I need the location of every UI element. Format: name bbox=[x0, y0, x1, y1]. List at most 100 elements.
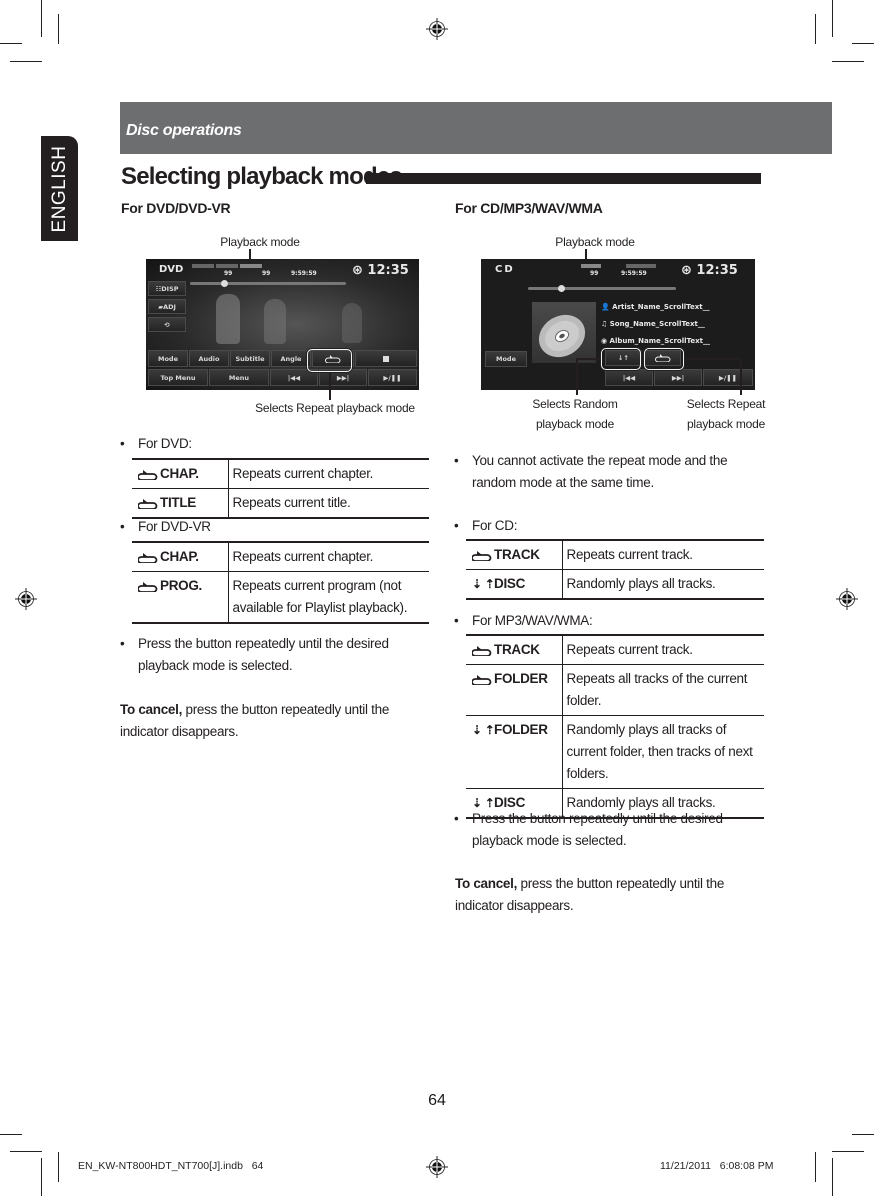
table-cd-modes: TRACK Repeats current track. ⇣ ⇡DISC Random… bbox=[466, 539, 764, 600]
clock-value: 12:35 bbox=[696, 263, 738, 278]
mode-button: Mode bbox=[485, 351, 527, 367]
crop-mark bbox=[10, 61, 42, 62]
mode-indicator bbox=[216, 264, 238, 268]
subtitle-button: Subtitle bbox=[230, 350, 270, 367]
mode-description: Repeats current track. bbox=[562, 634, 764, 665]
artist-name: Artist_Name_ScrollText__ bbox=[612, 303, 710, 311]
leader-line bbox=[576, 358, 601, 360]
mode-key: ⇣ ⇡DISC bbox=[466, 569, 563, 600]
callout-line: Selects Random bbox=[532, 397, 618, 411]
mode-key-label: TITLE bbox=[160, 495, 196, 510]
play-pause-button: ▶/❚❚ bbox=[368, 369, 417, 386]
subhead-dvd: For DVD/DVD-VR bbox=[121, 200, 231, 216]
crop-mark bbox=[852, 43, 874, 44]
table-dvd-modes: CHAP. Repeats current chapter. TITLE Repeat… bbox=[132, 458, 429, 519]
screen-time: 9:59:59 bbox=[621, 270, 647, 277]
mode-key: PROG. bbox=[132, 571, 229, 624]
clock-value: 12:35 bbox=[367, 263, 409, 278]
crop-mark bbox=[10, 1151, 42, 1152]
section-label: Disc operations bbox=[126, 122, 242, 139]
song-line: ♫ Song_Name_ScrollText__ bbox=[601, 320, 705, 328]
audio-button: Audio bbox=[189, 350, 229, 367]
callout-playback-mode: Playback mode bbox=[220, 235, 300, 249]
registration-mark-icon bbox=[426, 1156, 448, 1178]
stop-icon bbox=[383, 355, 389, 362]
mode-description: Repeats current track. bbox=[562, 539, 764, 570]
cancel-label: To cancel, bbox=[455, 876, 518, 891]
progress-track bbox=[528, 285, 676, 292]
mode-key: CHAP. bbox=[132, 458, 229, 489]
bullet-press-repeatedly: • Press the button repeatedly until the d… bbox=[120, 633, 430, 679]
page-number: 64 bbox=[428, 1092, 446, 1109]
prev-button: |◀◀ bbox=[605, 369, 653, 386]
mode-key: TRACK bbox=[466, 634, 563, 665]
table-row: FOLDER Repeats all tracks of the current … bbox=[466, 664, 764, 716]
section-header-band: Disc operations bbox=[120, 102, 832, 154]
album-icon: ◉ bbox=[601, 337, 610, 345]
repeat-icon bbox=[471, 544, 494, 566]
title-rule bbox=[366, 173, 761, 184]
cancel-note: To cancel, press the button repeatedly u… bbox=[120, 699, 420, 743]
mode-description: Repeats current chapter. bbox=[228, 458, 429, 489]
crop-mark bbox=[0, 43, 22, 44]
mode-key-label: TRACK bbox=[494, 547, 540, 562]
highlight-repeat-button bbox=[307, 349, 352, 372]
crop-mark bbox=[832, 1158, 833, 1196]
repeat-icon bbox=[137, 575, 160, 597]
repeat-icon bbox=[137, 546, 160, 568]
crop-mark bbox=[832, 61, 864, 62]
bullet: • bbox=[454, 518, 459, 533]
page-title: Selecting playback modes bbox=[121, 163, 403, 190]
mode-description: Randomly plays all tracks. bbox=[562, 569, 764, 600]
subhead-cd: For CD/MP3/WAV/WMA bbox=[455, 200, 603, 216]
slug-filename: EN_KW-NT800HDT_NT700[J].indb 64 bbox=[78, 1160, 264, 1172]
registration-mark-icon bbox=[426, 18, 448, 40]
video-figure bbox=[342, 303, 362, 343]
leader-line bbox=[576, 358, 578, 395]
screen-counter: 99 bbox=[224, 270, 233, 277]
top-menu-button: Top Menu bbox=[148, 369, 208, 386]
callout-selects-repeat: Selects Repeat playback mode bbox=[255, 401, 415, 415]
table-row: CHAP. Repeats current chapter. bbox=[132, 541, 429, 572]
bullet-note-repeat-random: • You cannot activate the repeat mode and… bbox=[454, 450, 766, 496]
callout-line: playback mode bbox=[535, 417, 615, 431]
callout-selects-repeat: Selects Repeat playback mode bbox=[670, 394, 782, 434]
crop-mark bbox=[832, 1151, 864, 1152]
playback-mode-indicator bbox=[581, 264, 601, 268]
mode-key: TRACK bbox=[466, 539, 563, 570]
stop-button bbox=[355, 350, 417, 367]
mode-key: ⇣ ⇡FOLDER bbox=[466, 715, 563, 789]
table-dvdvr-modes: CHAP. Repeats current chapter. PROG. Repeat… bbox=[132, 541, 429, 624]
mode-key: TITLE bbox=[132, 488, 229, 519]
screen-clock: ⊛ 12:35 bbox=[681, 263, 738, 278]
mode-key-label: FOLDER bbox=[494, 671, 548, 686]
bullet-text: Press the button repeatedly until the de… bbox=[472, 811, 723, 848]
mode-key-label: TRACK bbox=[494, 642, 540, 657]
progress-thumb bbox=[557, 285, 565, 292]
mode-key: FOLDER bbox=[466, 664, 563, 716]
highlight-repeat-button bbox=[644, 348, 684, 370]
screen-source-label: DVD bbox=[159, 264, 184, 275]
play-pause-icon: ▶/❚❚ bbox=[383, 373, 402, 382]
mode-button: Mode bbox=[148, 350, 188, 367]
move-button: ⟲ bbox=[148, 317, 186, 332]
screen-time: 9:59:59 bbox=[291, 270, 317, 277]
callout-line: Selects Repeat bbox=[686, 397, 766, 411]
progress-thumb bbox=[221, 280, 229, 287]
cancel-note: To cancel, press the button repeatedly u… bbox=[455, 873, 755, 917]
music-note-icon: ♫ bbox=[601, 320, 610, 328]
random-icon: ⇣ ⇡ bbox=[472, 577, 495, 591]
disp-button: ☷ DISP bbox=[148, 281, 186, 296]
crop-mark bbox=[815, 14, 816, 44]
play-pause-button: ▶/❚❚ bbox=[703, 369, 753, 386]
highlight-random-button bbox=[601, 348, 641, 370]
callout-playback-mode: Playback mode bbox=[555, 235, 635, 249]
callout-line: playback mode bbox=[686, 417, 766, 431]
disp-label: DISP bbox=[161, 284, 179, 293]
mode-key-label: CHAP. bbox=[160, 466, 199, 481]
bullet-text: For DVD: bbox=[138, 436, 192, 451]
repeat-icon bbox=[471, 639, 494, 661]
registration-mark-icon bbox=[836, 588, 858, 610]
table-row: TITLE Repeats current title. bbox=[132, 488, 429, 519]
mode-description: Randomly plays all tracks of current fol… bbox=[562, 715, 764, 789]
